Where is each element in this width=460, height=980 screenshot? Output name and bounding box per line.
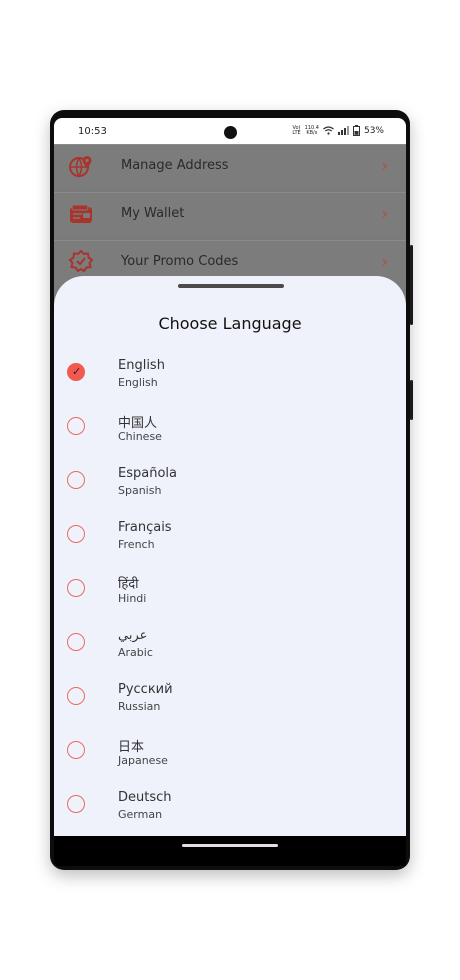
language-option-russian[interactable]: Русский Russian (54, 680, 406, 734)
menu-item-my-wallet[interactable]: My Wallet › (54, 192, 406, 235)
front-camera (224, 126, 237, 139)
language-english-name: Spanish (118, 484, 162, 497)
menu-item-label: My Wallet (121, 206, 185, 221)
screen: 10:53 Vo) LTE 110.4 KB/s 53% Manage Addr… (54, 118, 406, 836)
language-english-name: German (118, 808, 163, 821)
language-native-name: हिंदी (118, 577, 139, 592)
radio-button[interactable] (67, 795, 85, 813)
language-option-japanese[interactable]: 日本 Japanese (54, 734, 406, 788)
power-button (410, 380, 413, 420)
radio-button[interactable] (67, 471, 85, 489)
language-option-english[interactable]: ✓ English English (54, 356, 406, 410)
chevron-right-icon: › (381, 156, 388, 175)
wifi-icon (323, 126, 334, 135)
language-english-name: Chinese (118, 430, 162, 443)
radio-button[interactable] (67, 579, 85, 597)
radio-button[interactable] (67, 525, 85, 543)
battery-icon (352, 125, 360, 136)
language-native-name: 中国人 (118, 416, 158, 431)
language-english-name: Japanese (118, 754, 168, 767)
home-gesture-bar[interactable] (182, 844, 278, 847)
radio-button[interactable] (67, 741, 85, 759)
language-english-name: Russian (118, 700, 161, 713)
language-english-name: Hindi (118, 592, 147, 605)
language-native-name: Española (118, 466, 177, 481)
chevron-right-icon: › (381, 252, 388, 271)
language-native-name: 日本 (118, 740, 145, 755)
volte-indicator: Vo) LTE (292, 124, 301, 136)
phone-frame: 10:53 Vo) LTE 110.4 KB/s 53% Manage Addr… (50, 110, 413, 870)
status-time: 10:53 (78, 126, 107, 137)
language-native-name: عربي (118, 628, 148, 643)
status-icons: Vo) LTE 110.4 KB/s 53% (292, 125, 384, 136)
language-english-name: English (118, 376, 158, 389)
sheet-title: Choose Language (158, 314, 302, 333)
language-option-arabic[interactable]: عربي Arabic (54, 626, 406, 680)
radio-button-selected[interactable]: ✓ (67, 363, 85, 381)
radio-button[interactable] (67, 687, 85, 705)
radio-button[interactable] (67, 417, 85, 435)
language-option-german[interactable]: Deutsch German (54, 788, 406, 836)
radio-button[interactable] (67, 633, 85, 651)
status-bar: 10:53 Vo) LTE 110.4 KB/s 53% (54, 118, 406, 144)
globe-pin-icon (69, 156, 92, 177)
language-native-name: Français (118, 520, 172, 535)
language-native-name: Deutsch (118, 790, 172, 805)
language-option-spanish[interactable]: Española Spanish (54, 464, 406, 518)
badge-icon (68, 250, 94, 273)
sheet-drag-handle[interactable] (178, 284, 284, 288)
chevron-right-icon: › (381, 204, 388, 223)
menu-item-label: Manage Address (121, 158, 229, 173)
network-speed: 110.4 KB/s (304, 124, 319, 136)
language-english-name: Arabic (118, 646, 153, 659)
language-english-name: French (118, 538, 155, 551)
language-native-name: English (118, 358, 165, 373)
signal-icon (337, 126, 349, 135)
language-list: ✓ English English 中国人 Chinese Española S… (54, 356, 406, 836)
language-option-hindi[interactable]: हिंदी Hindi (54, 572, 406, 626)
menu-item-manage-address[interactable]: Manage Address › (54, 144, 406, 187)
check-icon: ✓ (72, 365, 82, 378)
battery-percent: 53% (363, 125, 384, 136)
language-native-name: Русский (118, 682, 173, 697)
language-bottom-sheet: Choose Language ✓ English English 中国人 Ch… (54, 276, 406, 836)
system-nav-bar (54, 836, 406, 866)
language-option-chinese[interactable]: 中国人 Chinese (54, 410, 406, 464)
wallet-icon (70, 204, 92, 223)
volume-button (410, 245, 413, 325)
menu-item-label: Your Promo Codes (121, 254, 239, 269)
background-menu: Manage Address › My Wallet › Your Promo … (54, 144, 406, 288)
language-option-french[interactable]: Français French (54, 518, 406, 572)
